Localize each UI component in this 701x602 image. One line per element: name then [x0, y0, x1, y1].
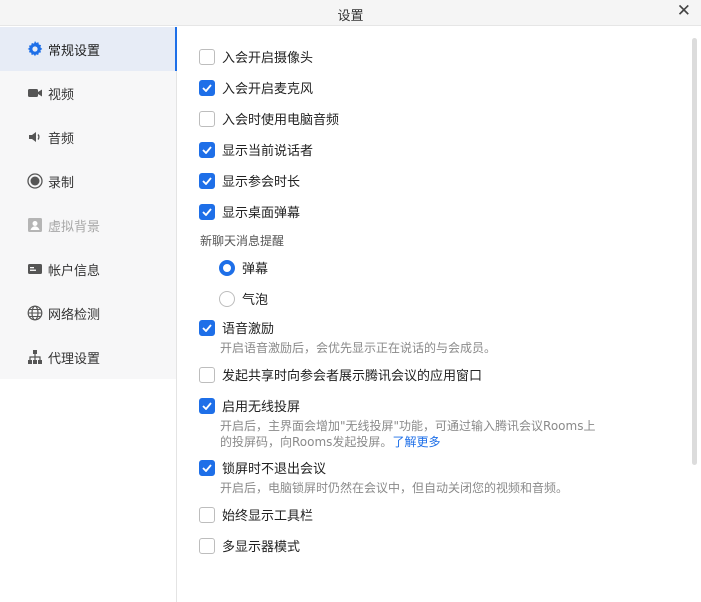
checkbox[interactable]: [199, 172, 215, 189]
setting-description: 开启语音激励后，会优先显示正在说话的与会成员。: [220, 341, 497, 355]
setting-show-duration[interactable]: 显示参会时长: [199, 171, 300, 190]
radio-option-bubble[interactable]: 气泡: [219, 289, 268, 308]
chat-notify-group-label: 新聊天消息提醒: [200, 234, 285, 248]
gear-icon: [27, 41, 43, 57]
virtual-background-icon: [28, 218, 42, 232]
network-proxy-icon: [28, 350, 42, 364]
setting-wireless-screen[interactable]: 启用无线投屏: [199, 396, 300, 415]
setting-label: 显示桌面弹幕: [222, 206, 301, 221]
checkbox[interactable]: [199, 203, 215, 220]
radio-button[interactable]: [219, 290, 235, 307]
setting-join-mic[interactable]: 入会开启麦克风: [199, 78, 313, 97]
setting-share-app-window[interactable]: 发起共享时向参会者展示腾讯会议的应用窗口: [199, 365, 482, 384]
video-camera-icon: [28, 89, 42, 97]
setting-use-pc-audio[interactable]: 入会时使用电脑音频: [199, 109, 339, 128]
sidebar-item-video[interactable]: 视频: [0, 71, 176, 115]
sidebar-item-label: 帐户信息: [48, 263, 101, 279]
checkbox[interactable]: [199, 79, 215, 96]
setting-description: 开启后，主界面会增加"无线投屏"功能，可通过输入腾讯会议Rooms上 的投屏码，…: [220, 418, 595, 450]
setting-multi-display[interactable]: 多显示器模式: [199, 536, 300, 555]
settings-panel: 入会开启摄像头 入会开启麦克风 入会时使用电脑音频 显示当前说话者 显示参会时长…: [178, 27, 701, 602]
setting-voice-excite[interactable]: 语音激励: [199, 318, 274, 337]
globe-icon: [27, 305, 43, 321]
radio-button[interactable]: [219, 259, 235, 276]
sidebar-item-audio[interactable]: 音频: [0, 115, 176, 159]
sidebar: 常规设置 视频 音频 录制 虚拟背景 帐户信息 网络检测 代理设置: [0, 27, 177, 602]
sidebar-item-account[interactable]: 帐户信息: [0, 247, 176, 291]
account-card-icon: [28, 264, 42, 274]
description-line: 的投屏码，向Rooms发起投屏。了解更多: [220, 434, 595, 450]
sidebar-item-general[interactable]: 常规设置: [0, 27, 177, 71]
setting-label: 多显示器模式: [222, 540, 301, 555]
checkbox[interactable]: [199, 48, 215, 65]
setting-label: 语音激励: [222, 322, 275, 337]
setting-show-speaker[interactable]: 显示当前说话者: [199, 140, 313, 159]
setting-label: 锁屏时不退出会议: [222, 462, 327, 477]
setting-label: 入会开启摄像头: [222, 51, 314, 66]
description-line: 开启后，主界面会增加"无线投屏"功能，可通过输入腾讯会议Rooms上: [220, 419, 596, 433]
sidebar-item-network-check[interactable]: 网络检测: [0, 291, 176, 335]
window-title: 设置: [337, 9, 364, 24]
setting-label: 入会开启麦克风: [222, 82, 314, 97]
sidebar-item-label: 虚拟背景: [48, 219, 101, 235]
sidebar-item-label: 音频: [48, 131, 75, 147]
checkbox[interactable]: [199, 459, 215, 476]
sidebar-item-virtual-background[interactable]: 虚拟背景: [0, 203, 176, 247]
checkbox[interactable]: [199, 141, 215, 158]
setting-always-toolbar[interactable]: 始终显示工具栏: [199, 505, 313, 524]
setting-join-camera[interactable]: 入会开启摄像头: [199, 47, 313, 66]
sidebar-item-label: 常规设置: [48, 43, 101, 59]
setting-label: 始终显示工具栏: [222, 509, 314, 524]
setting-label: 显示当前说话者: [222, 144, 314, 159]
learn-more-link[interactable]: 了解更多: [392, 435, 440, 449]
radio-label: 弹幕: [242, 262, 269, 277]
speaker-icon: [29, 132, 40, 142]
sidebar-item-label: 视频: [48, 87, 75, 103]
checkbox[interactable]: [199, 319, 215, 336]
radio-label: 气泡: [242, 293, 269, 308]
setting-label: 入会时使用电脑音频: [222, 113, 340, 128]
checkbox[interactable]: [199, 397, 215, 414]
description-text: 的投屏码，向Rooms发起投屏。: [220, 435, 393, 449]
checkbox[interactable]: [199, 366, 215, 383]
sidebar-item-proxy[interactable]: 代理设置: [0, 335, 176, 379]
close-icon[interactable]: ✕: [677, 2, 691, 20]
sidebar-list: 常规设置 视频 音频 录制 虚拟背景 帐户信息 网络检测 代理设置: [0, 27, 177, 379]
sidebar-item-record[interactable]: 录制: [0, 159, 176, 203]
title-bar: 设置 ✕: [0, 0, 701, 26]
setting-label: 显示参会时长: [222, 175, 301, 190]
sidebar-item-label: 网络检测: [48, 307, 101, 323]
checkbox[interactable]: [199, 110, 215, 127]
checkbox[interactable]: [199, 506, 215, 523]
sidebar-item-label: 录制: [48, 175, 75, 191]
sidebar-item-label: 代理设置: [48, 351, 101, 367]
setting-label: 发起共享时向参会者展示腾讯会议的应用窗口: [222, 369, 483, 384]
checkbox[interactable]: [199, 537, 215, 554]
vertical-scrollbar[interactable]: [692, 38, 697, 465]
setting-description: 开启后，电脑锁屏时仍然在会议中，但自动关闭您的视频和音频。: [220, 481, 569, 495]
record-icon: [27, 173, 43, 189]
setting-show-danmaku[interactable]: 显示桌面弹幕: [199, 202, 300, 221]
setting-label: 启用无线投屏: [222, 400, 301, 415]
radio-option-danmaku[interactable]: 弹幕: [219, 258, 268, 277]
setting-lock-screen[interactable]: 锁屏时不退出会议: [199, 458, 326, 477]
